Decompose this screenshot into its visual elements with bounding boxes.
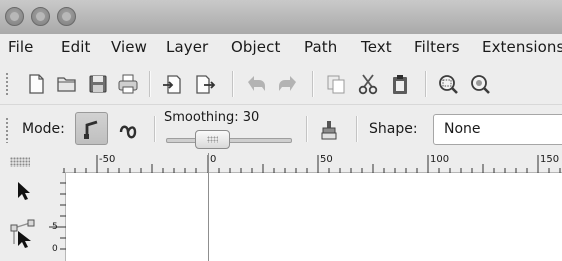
import-icon[interactable] <box>160 72 184 96</box>
ruler-label: 150 <box>540 154 560 165</box>
new-document-icon[interactable] <box>24 72 48 96</box>
shape-select-value: None <box>444 121 481 137</box>
save-icon[interactable] <box>86 72 110 96</box>
shape-label: Shape: <box>369 121 418 137</box>
regular-bezier-button[interactable] <box>75 112 108 145</box>
menu-filters[interactable]: Filters <box>414 38 460 56</box>
smoothing-label: Smoothing: 30 <box>164 110 260 125</box>
ruler-label: 100 <box>430 154 450 165</box>
node-tool-icon[interactable] <box>8 218 40 250</box>
toolbar-separator <box>306 116 307 142</box>
page-guide-line <box>208 153 209 261</box>
menu-view[interactable]: View <box>111 38 147 56</box>
menu-extensions[interactable]: Extensions <box>482 38 562 56</box>
menu-edit[interactable]: Edit <box>61 38 90 56</box>
stroke-shape-icon[interactable] <box>317 118 341 142</box>
regular-bezier-icon <box>83 120 97 139</box>
zoom-drawing-icon[interactable] <box>468 72 492 96</box>
toolbar-separator <box>149 71 150 97</box>
menu-object[interactable]: Object <box>231 38 280 56</box>
menu-file[interactable]: File <box>8 38 34 56</box>
copy-icon[interactable] <box>324 72 348 96</box>
spiro-path-icon <box>119 125 136 138</box>
close-window-button[interactable] <box>5 7 24 26</box>
undo-icon[interactable] <box>244 72 268 96</box>
menu-path[interactable]: Path <box>304 38 337 56</box>
ruler-label: 0 <box>210 154 217 165</box>
selector-tool-icon[interactable] <box>11 179 35 203</box>
smoothing-slider-thumb[interactable] <box>195 130 230 149</box>
toolbar-separator <box>232 71 233 97</box>
commands-toolbar <box>0 63 562 104</box>
menu-text[interactable]: Text <box>361 38 392 56</box>
spiro-path-button[interactable] <box>112 112 145 145</box>
toolbar-separator <box>312 71 313 97</box>
vertical-ruler-label: 0 <box>52 244 58 254</box>
open-icon[interactable] <box>55 72 79 96</box>
toolbar-grip[interactable] <box>5 117 9 143</box>
toolbox <box>0 173 46 261</box>
ruler-ticks <box>63 155 561 173</box>
zoom-selection-icon[interactable] <box>436 72 460 96</box>
redo-icon[interactable] <box>276 72 300 96</box>
horizontal-ruler[interactable]: -50 0 50 100 150 <box>0 153 562 173</box>
drawing-canvas[interactable] <box>66 173 562 261</box>
menu-bar: File Edit View Layer Object Path Text Fi… <box>0 34 562 63</box>
shape-select[interactable]: None <box>433 114 562 145</box>
minimize-window-button[interactable] <box>31 7 50 26</box>
maximize-window-button[interactable] <box>57 7 76 26</box>
ruler-label: 50 <box>320 154 333 165</box>
ruler-label: -50 <box>99 154 116 165</box>
cut-icon[interactable] <box>356 72 380 96</box>
menu-layer[interactable]: Layer <box>166 38 208 56</box>
toolbar-separator <box>356 116 357 142</box>
tool-controls-bar: Mode: Smoothing: 30 Shape: None <box>0 104 562 153</box>
vertical-ruler-label: 5 <box>52 222 58 232</box>
print-icon[interactable] <box>116 72 140 96</box>
window-titlebar <box>0 0 562 34</box>
export-icon[interactable] <box>193 72 217 96</box>
paste-icon[interactable] <box>388 72 412 96</box>
toolbar-separator <box>425 71 426 97</box>
mode-label: Mode: <box>22 121 65 137</box>
toolbar-grip[interactable] <box>5 72 9 96</box>
toolbar-separator <box>154 116 155 142</box>
